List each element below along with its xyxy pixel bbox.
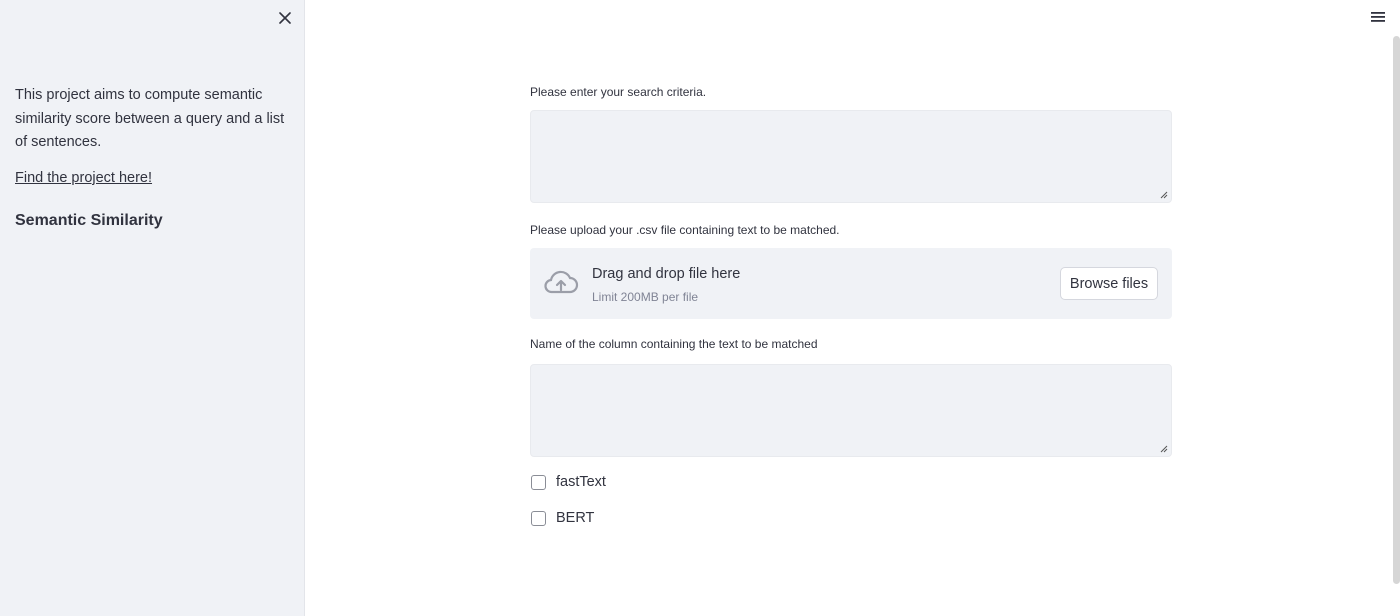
sidebar-description: This project aims to compute semantic si… [15,87,285,150]
bert-label: BERT [556,510,595,526]
upload-label: Please upload your .csv file containing … [530,223,840,237]
column-label: Name of the column containing the text t… [530,337,818,351]
cloud-upload-icon [544,270,579,294]
close-icon [279,12,291,24]
main-menu-button[interactable] [1370,10,1388,26]
project-link[interactable]: Find the project here! [15,170,152,186]
dropzone-limit: Limit 200MB per file [592,290,699,304]
bert-checkbox-row[interactable]: BERT [531,510,594,526]
search-textarea[interactable] [530,110,1172,203]
file-dropzone[interactable]: Drag and drop file here Limit 200MB per … [530,248,1172,319]
resize-grip-icon[interactable] [1159,444,1168,453]
resize-grip-icon[interactable] [1159,190,1168,199]
fasttext-label: fastText [556,474,606,490]
sidebar: This project aims to compute semantic si… [0,0,305,616]
fasttext-checkbox-row[interactable]: fastText [531,474,606,490]
fasttext-checkbox[interactable] [531,474,546,490]
sidebar-heading: Semantic Similarity [15,212,163,229]
scrollbar[interactable] [1393,36,1400,584]
hamburger-menu-icon [1371,12,1385,22]
search-label: Please enter your search criteria. [530,85,707,99]
close-sidebar-button[interactable] [275,8,295,28]
dropzone-title: Drag and drop file here [592,266,741,282]
browse-files-button[interactable]: Browse files [1060,267,1158,300]
bert-checkbox[interactable] [531,510,546,526]
column-textarea[interactable] [530,364,1172,457]
